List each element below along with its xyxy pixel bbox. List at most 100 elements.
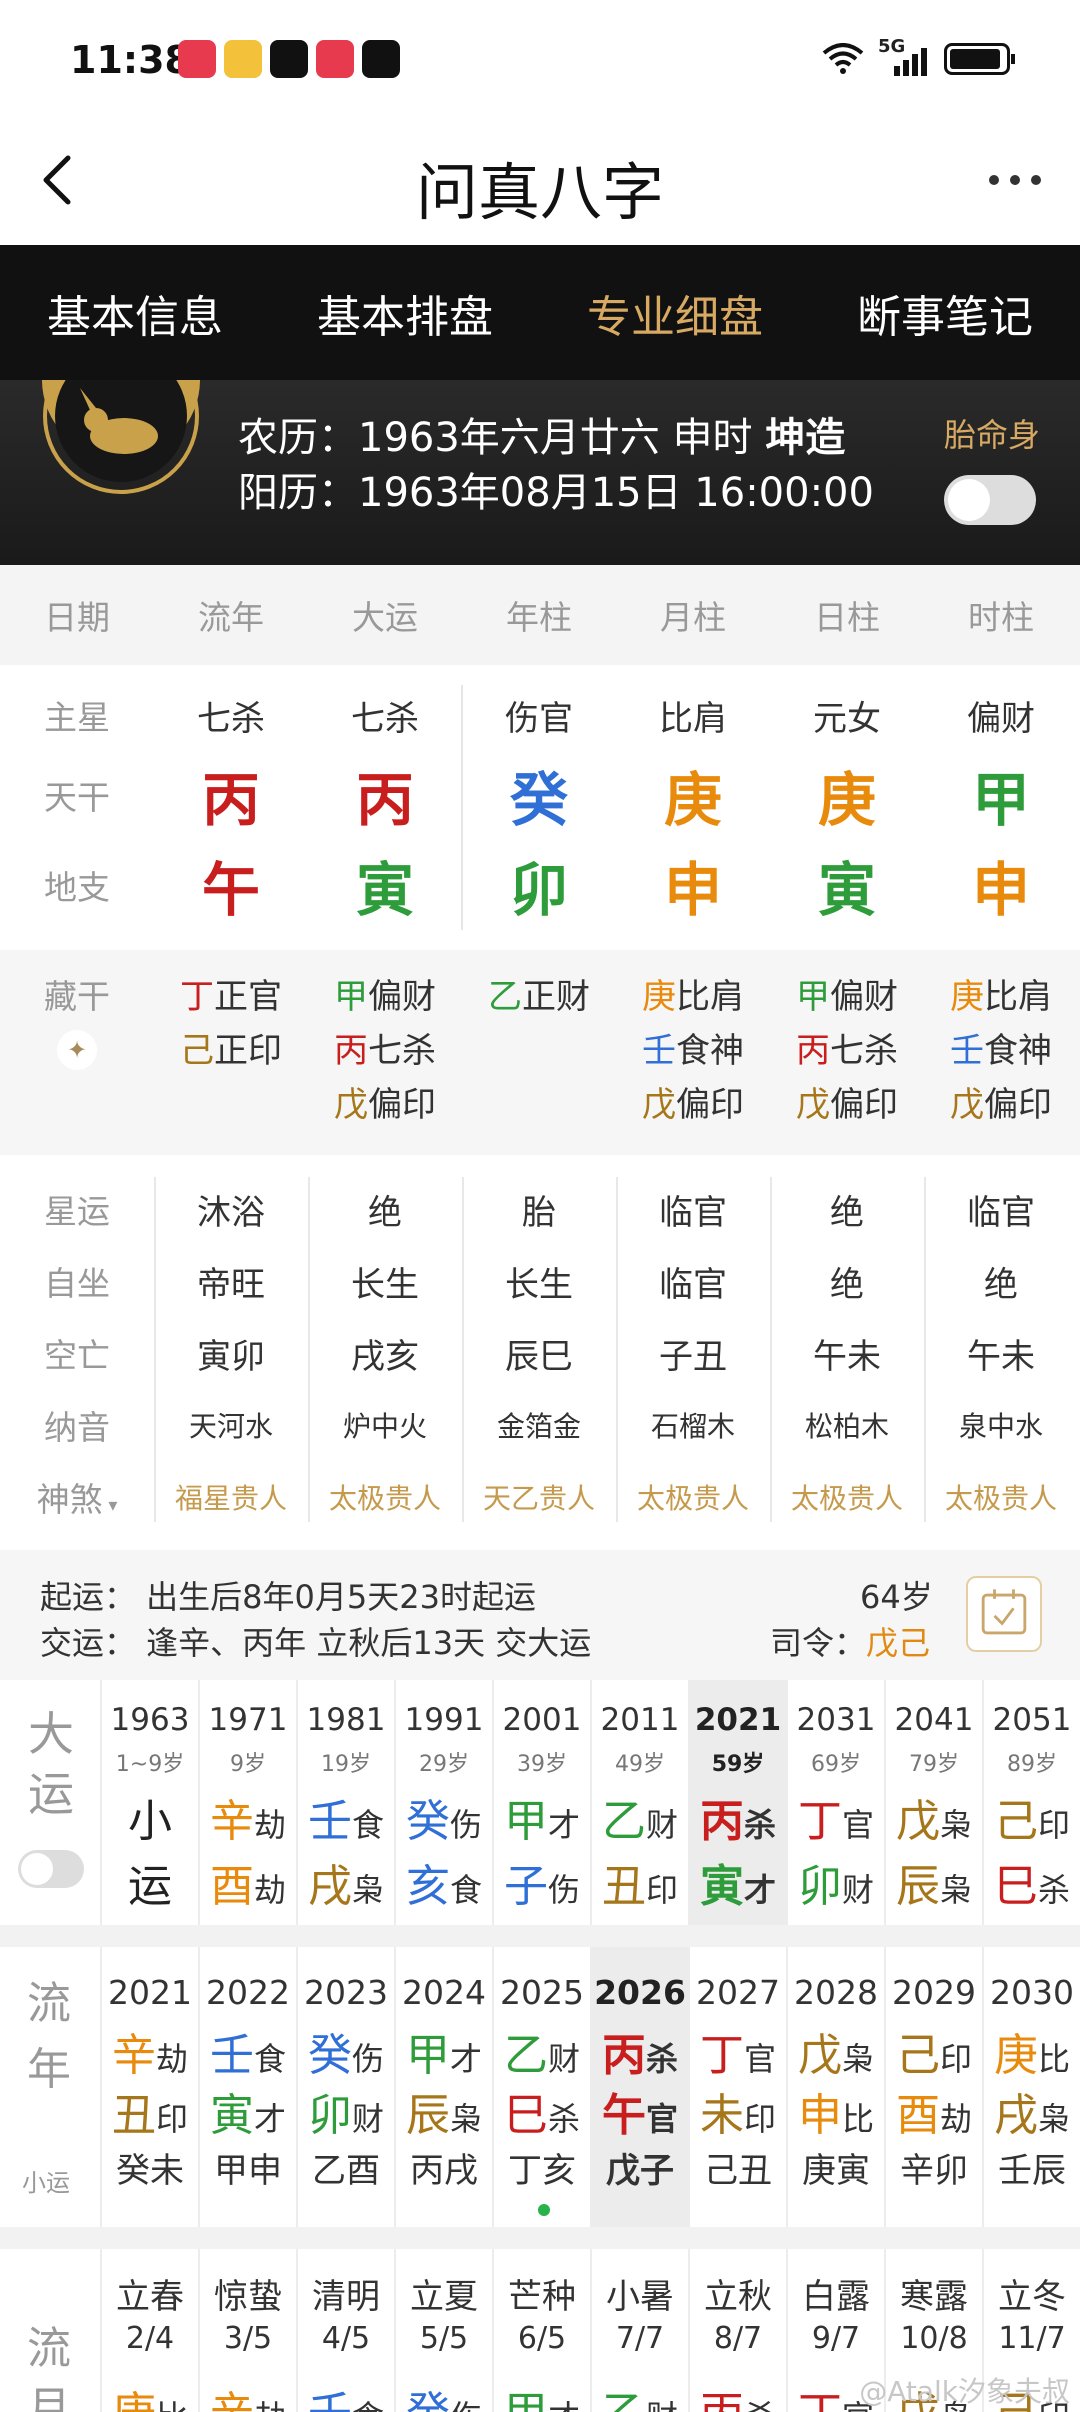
tab-bar: 基本信息 基本排盘 专业细盘 断事笔记 [0, 245, 1080, 380]
liunian-cells: 2021 辛劫 丑印 癸未 2022 壬食 寅才 甲申 2023 癸伤 卯财 乙… [100, 1947, 1080, 2227]
pin-icon[interactable]: ✦ [57, 1030, 97, 1070]
liuyue-cell[interactable]: 清明4/5壬食 [296, 2249, 394, 2412]
liunian-cell[interactable]: 2029 己印 酉劫 辛卯 [884, 1947, 982, 2227]
canggan-col: 乙正财 [462, 970, 616, 1132]
liunian-cell[interactable]: 2021 辛劫 丑印 癸未 [100, 1947, 198, 2227]
tab-basic-info[interactable]: 基本信息 [47, 281, 223, 345]
liunian-cell[interactable]: 2025 乙财 巳杀 丁亥 [492, 1947, 590, 2227]
qiyun-section: 起运： 出生后8年0月5天23时起运 交运： 逢辛、丙年 立秋后13天 交大运 … [0, 1550, 1080, 1680]
liunian-cell[interactable]: 2023 癸伤 卯财 乙酉 [296, 1947, 394, 2227]
col-header: 日期 [44, 598, 110, 637]
liunian-cell[interactable]: 2027 丁官 未印 己丑 [688, 1947, 786, 2227]
xingyun-cell: 临官 [659, 1192, 727, 1233]
zizuo-row: 自坐 帝旺 长生 长生 临官 绝 绝 [0, 1245, 1080, 1317]
zizuo-cell: 长生 [351, 1264, 419, 1305]
xingyun-row: 星运 沐浴 绝 胎 临官 绝 临官 [0, 1173, 1080, 1245]
xingyun-cell: 绝 [830, 1192, 864, 1233]
liunian-label: 流年 [27, 1978, 71, 2095]
dayun-section: 大运 1963 1~9岁 小 运 1971 9岁 辛劫 酉劫 1981 19岁 … [0, 1680, 1080, 1925]
star-cell: 比肩 [659, 698, 727, 739]
tms-toggle[interactable] [944, 475, 1036, 525]
star-cell: 伤官 [505, 698, 573, 739]
kongwang-cell: 午未 [967, 1336, 1035, 1377]
dizhi-cell: 寅 [355, 856, 414, 924]
liuyue-cell[interactable]: 惊蛰3/5辛劫 [198, 2249, 296, 2412]
dayun-cell[interactable]: 2031 69岁 丁官 卯财 [786, 1680, 884, 1925]
pillars-grid: 主星 七杀 七杀 伤官 比肩 元女 偏财 天干 丙 丙 癸 庚 庚 甲 地支 午… [0, 665, 1080, 950]
detail-grid: 星运 沐浴 绝 胎 临官 绝 临官 自坐 帝旺 长生 长生 临官 绝 绝 空亡 … [0, 1155, 1080, 1550]
dayun-cell[interactable]: 2041 79岁 戊枭 辰枭 [884, 1680, 982, 1925]
current-age: 64岁 [860, 1578, 933, 1616]
liuyue-cell[interactable]: 芒种6/5甲才 [492, 2249, 590, 2412]
wifi-icon [822, 43, 864, 74]
dayun-cell[interactable]: 1971 9岁 辛劫 酉劫 [198, 1680, 296, 1925]
canggan-item: 庚比肩 [950, 977, 1052, 1017]
dayun-cell[interactable]: 1963 1~9岁 小 运 [100, 1680, 198, 1925]
status-time: 11:38 [70, 38, 191, 82]
column-header-row: 日期 流年 大运 年柱 月柱 日柱 时柱 [0, 565, 1080, 665]
nayin-cell: 金箔金 [496, 1410, 581, 1443]
liuyue-cell[interactable]: 立秋8/7丙杀 [688, 2249, 786, 2412]
jiaoyun-line: 交运： 逢辛、丙年 立秋后13天 交大运 [40, 1624, 592, 1662]
liuyue-cell[interactable]: 立春2/4庚比 [100, 2249, 198, 2412]
kongwang-cell: 辰巳 [505, 1336, 573, 1377]
dayun-cell[interactable]: 2011 49岁 乙财 丑印 [590, 1680, 688, 1925]
qiyun-line: 起运： 出生后8年0月5天23时起运 [40, 1578, 536, 1616]
nayin-cell: 泉中水 [958, 1410, 1043, 1443]
liunian-cell[interactable]: 2030 庚比 戌枭 壬辰 [982, 1947, 1080, 2227]
tab-basic-chart[interactable]: 基本排盘 [317, 281, 493, 345]
canggan-item: 庚比肩 [642, 977, 744, 1017]
dayun-cell[interactable]: 2051 89岁 己印 巳杀 [982, 1680, 1080, 1925]
dayun-cell[interactable]: 2001 39岁 甲才 子伤 [492, 1680, 590, 1925]
liunian-section: 流年 小运 2021 辛劫 丑印 癸未 2022 壬食 寅才 甲申 2023 癸… [0, 1947, 1080, 2227]
xingyun-cell: 临官 [967, 1192, 1035, 1233]
tab-notes[interactable]: 断事笔记 [857, 281, 1033, 345]
dayun-cell-current[interactable]: 2021 59岁 丙杀 寅才 [688, 1680, 786, 1925]
liunian-cell-current[interactable]: 2026 丙杀 午官 戊子 [590, 1947, 688, 2227]
dizhi-cell: 卯 [509, 856, 568, 924]
main-star-row: 主星 七杀 七杀 伤官 比肩 元女 偏财 [0, 685, 1080, 745]
col-header: 日柱 [814, 598, 880, 637]
row-label: 神煞 [36, 1480, 103, 1519]
liuyue-label: 流月 [27, 2323, 71, 2412]
nayin-cell: 石榴木 [650, 1410, 735, 1443]
calendar-icon[interactable] [966, 1576, 1042, 1652]
row-label: 空亡 [44, 1336, 110, 1375]
status-indicators: 5G [822, 36, 1015, 76]
col-header: 年柱 [506, 598, 572, 637]
dayun-toggle[interactable] [18, 1850, 84, 1888]
canggan-row: 藏干 ✦ 丁正官 己正印 甲偏财 丙七杀 戊偏印 乙正财 庚比肩 壬食神 戊偏印… [0, 970, 1080, 1132]
dayun-cell[interactable]: 1991 29岁 癸伤 亥食 [394, 1680, 492, 1925]
row-label: 自坐 [44, 1264, 110, 1303]
tiangan-cell: 庚 [817, 766, 876, 834]
dayun-cell[interactable]: 1981 19岁 壬食 戌枭 [296, 1680, 394, 1925]
canggan-item: 壬食神 [642, 1031, 744, 1071]
tiangan-cell: 甲 [971, 766, 1030, 834]
canggan-item: 甲偏财 [334, 977, 436, 1017]
shensha-cell: 太极贵人 [790, 1482, 903, 1515]
kongwang-cell: 寅卯 [197, 1336, 265, 1377]
liuyue-cell[interactable]: 小暑7/7乙财 [590, 2249, 688, 2412]
zizuo-cell: 绝 [984, 1264, 1018, 1305]
liunian-cell[interactable]: 2022 壬食 寅才 甲申 [198, 1947, 296, 2227]
tab-pro-detail[interactable]: 专业细盘 [587, 281, 763, 345]
tiangan-cell: 丙 [355, 766, 414, 834]
kongwang-cell: 午未 [813, 1336, 881, 1377]
liunian-cell[interactable]: 2028 戊枭 申比 庚寅 [786, 1947, 884, 2227]
dizhi-cell: 午 [201, 856, 260, 924]
tiangan-row: 天干 丙 丙 癸 庚 庚 甲 [0, 755, 1080, 835]
canggan-item: 甲偏财 [796, 977, 898, 1017]
shensha-dropdown[interactable]: 神煞 ▾ [0, 1473, 154, 1521]
douyin-notification-icon [362, 40, 400, 78]
rabbit-zodiac-icon [42, 380, 200, 494]
canggan-col: 甲偏财 丙七杀 戊偏印 [770, 970, 924, 1132]
nayin-cell: 炉中火 [342, 1410, 427, 1443]
liunian-cell[interactable]: 2024 甲才 辰枭 丙戌 [394, 1947, 492, 2227]
liuyue-cell[interactable]: 立夏5/5癸伤 [394, 2249, 492, 2412]
col-header: 大运 [352, 598, 418, 637]
col-header: 月柱 [660, 598, 726, 637]
canggan-item: 丁正官 [180, 977, 282, 1017]
more-options-icon[interactable] [980, 150, 1050, 210]
solar-date: 阳历：1963年08月15日 16:00:00 [238, 470, 874, 516]
row-label: 天干 [44, 778, 110, 817]
